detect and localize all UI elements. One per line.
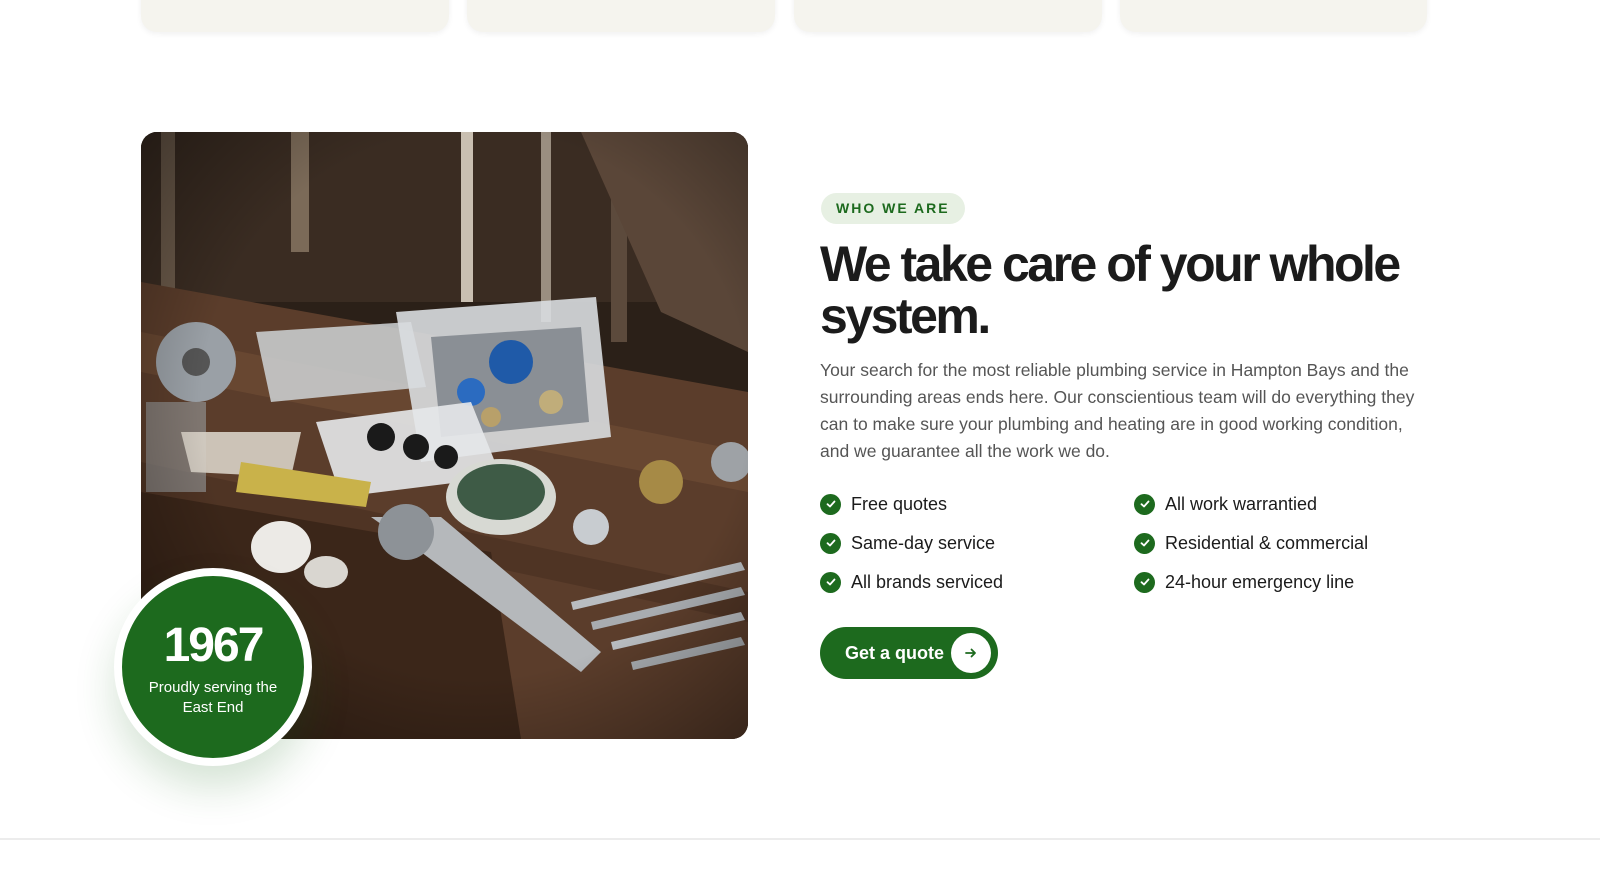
check-icon: [820, 532, 841, 554]
feature-item: Same-day service: [820, 531, 995, 555]
feature-item: All brands serviced: [820, 570, 1003, 594]
service-card: [467, 0, 775, 32]
feature-item: 24-hour emergency line: [1134, 570, 1354, 594]
feature-item: All work warrantied: [1134, 492, 1317, 516]
section-headline: We take care of your whole system.: [820, 236, 1401, 344]
check-icon: [1134, 493, 1155, 515]
feature-label: All work warrantied: [1165, 493, 1318, 514]
previous-section-cards: [0, 0, 1600, 40]
feature-list: Free quotes All work warrantied Same-day…: [820, 490, 1420, 600]
feature-label: Residential & commercial: [1165, 532, 1369, 553]
check-icon: [1134, 532, 1155, 554]
arrow-right-icon: [951, 633, 991, 673]
service-card: [1120, 0, 1427, 32]
section-eyebrow: WHO WE ARE: [821, 193, 965, 224]
feature-label: All brands serviced: [851, 571, 1004, 592]
service-card: [141, 0, 449, 32]
badge-year: 1967: [163, 619, 265, 672]
check-icon: [820, 571, 841, 593]
feature-item: Free quotes: [820, 492, 947, 516]
get-quote-label: Get a quote: [845, 642, 945, 663]
section-divider: [0, 838, 1600, 840]
feature-label: Same-day service: [851, 532, 996, 553]
check-icon: [820, 493, 841, 515]
feature-label: Free quotes: [851, 493, 948, 514]
established-badge: 1967 Proudly serving the East End: [114, 568, 312, 766]
get-quote-button[interactable]: Get a quote: [820, 627, 998, 679]
check-icon: [1134, 571, 1155, 593]
feature-item: Residential & commercial: [1134, 531, 1368, 555]
feature-label: 24-hour emergency line: [1165, 571, 1355, 592]
badge-text: Proudly serving the East End: [148, 679, 278, 716]
section-description: Your search for the most reliable plumbi…: [820, 360, 1415, 461]
service-card: [794, 0, 1102, 32]
